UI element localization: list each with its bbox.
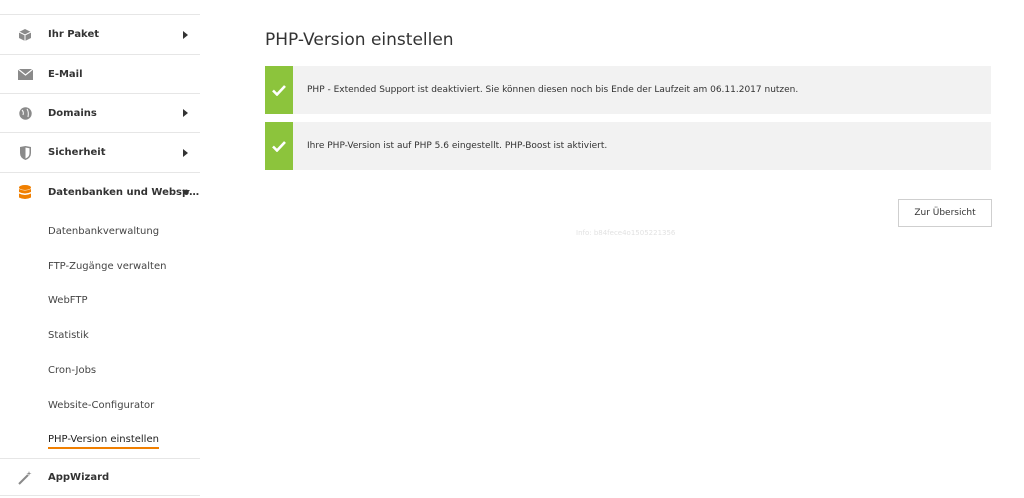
alert-message: Ihre PHP-Version ist auf PHP 5.6 eingest… xyxy=(307,141,608,151)
sidebar-item-sicherheit[interactable]: Sicherheit xyxy=(0,132,200,172)
sidebar-subitem-datenbankverwaltung[interactable]: Datenbankverwaltung xyxy=(48,226,159,237)
sidebar-item-appwizard[interactable]: AppWizard xyxy=(0,458,200,496)
sidebar-item-datenbanken[interactable]: Datenbanken und Websp… xyxy=(0,172,200,212)
sidebar-item-email[interactable]: E-Mail xyxy=(0,54,200,93)
shield-icon xyxy=(17,145,33,161)
globe-icon xyxy=(17,105,33,121)
chevron-right-icon xyxy=(183,148,188,157)
sidebar-subitem-php-version[interactable]: PHP-Version einstellen xyxy=(48,434,159,449)
checkmark-icon xyxy=(265,66,293,114)
chevron-down-icon xyxy=(182,190,190,195)
sidebar-item-label: Ihr Paket xyxy=(48,29,100,40)
package-icon xyxy=(17,27,33,43)
magic-wand-icon xyxy=(17,469,33,485)
chevron-right-icon xyxy=(183,30,188,39)
sidebar-subitem-statistik[interactable]: Statistik xyxy=(48,330,89,341)
sidebar-item-ihr-paket[interactable]: Ihr Paket xyxy=(0,14,200,54)
checkmark-icon xyxy=(265,122,293,170)
sidebar-item-domains[interactable]: Domains xyxy=(0,93,200,132)
chevron-right-icon xyxy=(183,109,188,117)
database-icon xyxy=(17,185,33,201)
success-alert: Ihre PHP-Version ist auf PHP 5.6 eingest… xyxy=(265,122,991,170)
sidebar-item-label: AppWizard xyxy=(48,471,110,483)
sidebar-subitem-ftp-zugaenge[interactable]: FTP-Zugänge verwalten xyxy=(48,261,166,272)
sidebar-subitem-cron-jobs[interactable]: Cron-Jobs xyxy=(48,365,96,376)
sidebar: Ihr Paket E-Mail Domains Sicherheit Date… xyxy=(0,0,200,498)
sidebar-subitem-webftp[interactable]: WebFTP xyxy=(48,295,88,306)
info-id: Info: b84fece4o1505221356 xyxy=(576,229,676,237)
back-to-overview-button[interactable]: Zur Übersicht xyxy=(898,199,992,227)
sidebar-item-label: Datenbanken und Websp… xyxy=(48,187,200,198)
sidebar-subitem-website-configurator[interactable]: Website-Configurator xyxy=(48,400,154,411)
alert-message: PHP - Extended Support ist deaktiviert. … xyxy=(307,85,799,95)
sidebar-item-label: Sicherheit xyxy=(48,147,106,158)
success-alert: PHP - Extended Support ist deaktiviert. … xyxy=(265,66,991,114)
sidebar-item-label: Domains xyxy=(48,107,97,119)
sidebar-item-label: E-Mail xyxy=(48,68,83,80)
page-title: PHP-Version einstellen xyxy=(265,30,454,50)
envelope-icon xyxy=(17,66,33,82)
